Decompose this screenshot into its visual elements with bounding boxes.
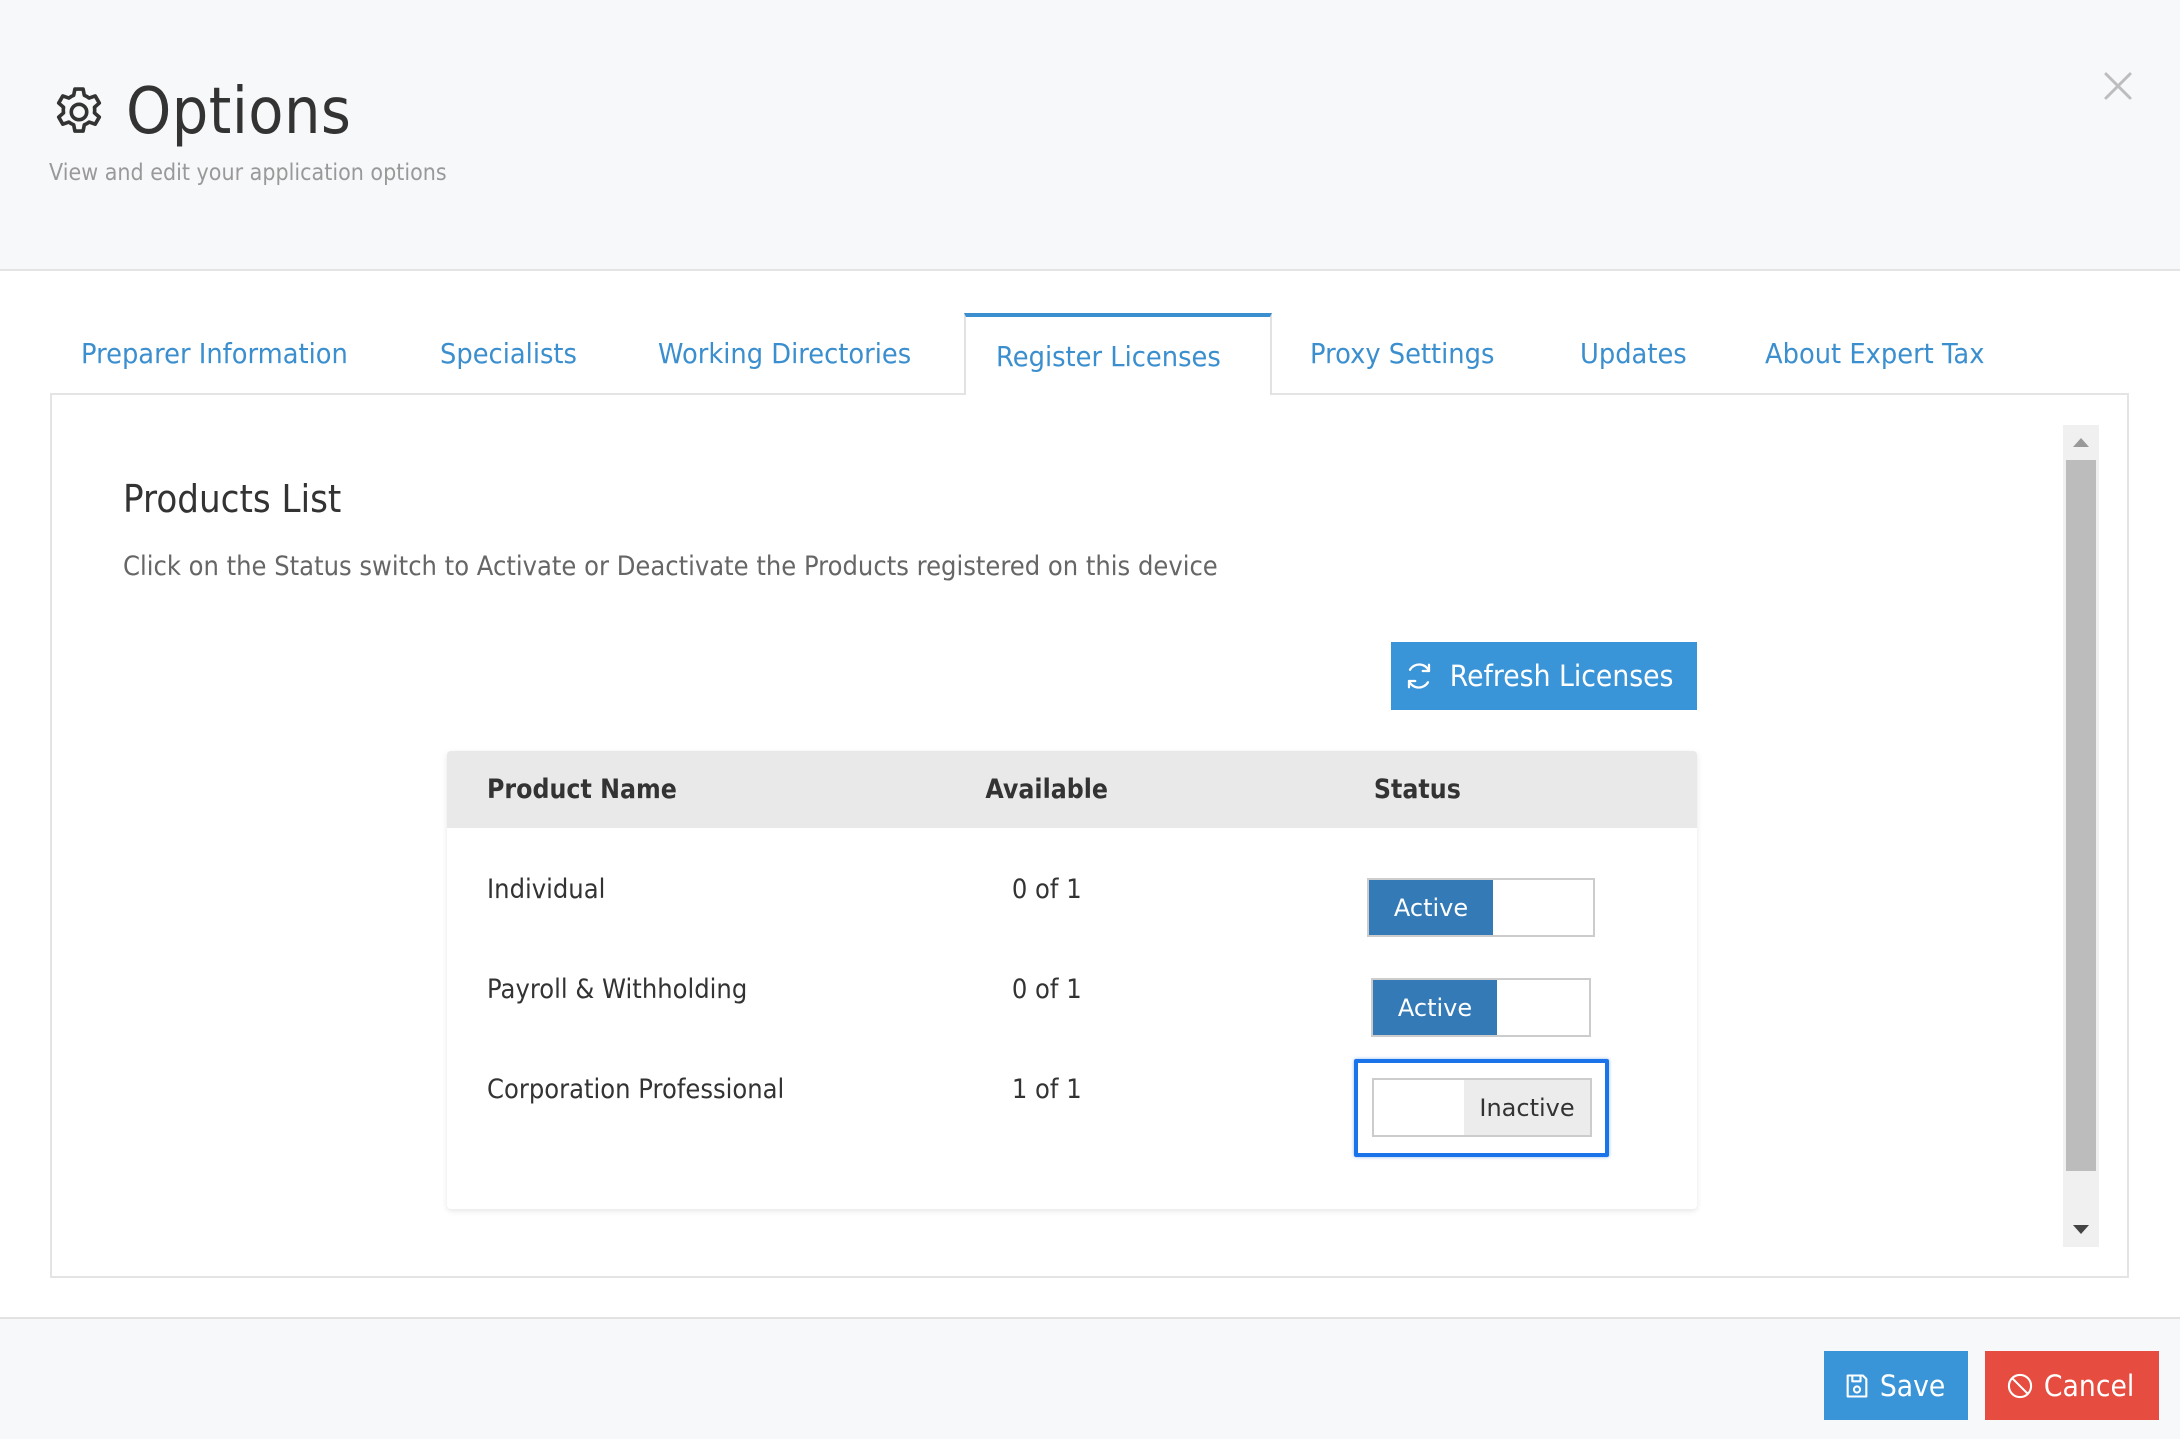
refresh-licenses-button[interactable]: Refresh Licenses xyxy=(1391,642,1697,710)
tab-preparer-information[interactable]: Preparer Information xyxy=(50,313,371,393)
status-switch-individual[interactable]: Active xyxy=(1367,878,1595,937)
scroll-up-arrow-icon[interactable] xyxy=(2063,425,2099,458)
tab-label: Specialists xyxy=(440,336,577,370)
save-icon xyxy=(1847,1373,1868,1398)
product-available: 0 of 1 xyxy=(1012,974,1082,1005)
tab-label: Proxy Settings xyxy=(1310,336,1495,370)
switch-inactive-label: Inactive xyxy=(1464,1080,1590,1135)
save-label: Save xyxy=(1880,1368,1946,1403)
tab-working-directories[interactable]: Working Directories xyxy=(627,313,933,393)
tab-panel: Products List Click on the Status switch… xyxy=(50,393,2129,1278)
table-header: Product Name Available Status xyxy=(447,751,1697,828)
products-table: Product Name Available Status Individual… xyxy=(447,751,1697,1209)
product-available: 1 of 1 xyxy=(1012,1074,1082,1105)
page-title: Options xyxy=(126,75,352,149)
refresh-licenses-label: Refresh Licenses xyxy=(1450,659,1674,693)
switch-active-label: Active xyxy=(1373,980,1497,1035)
switch-handle xyxy=(1497,980,1589,1035)
product-available: 0 of 1 xyxy=(1012,874,1082,905)
close-icon[interactable] xyxy=(2100,68,2136,104)
product-name: Payroll & Withholding xyxy=(487,974,748,1005)
save-button[interactable]: Save xyxy=(1824,1351,1968,1420)
status-switch-corporation-professional[interactable]: Inactive xyxy=(1372,1078,1592,1137)
switch-handle xyxy=(1493,880,1593,935)
column-header-available: Available xyxy=(985,774,1109,805)
tab-updates[interactable]: Updates xyxy=(1549,313,1696,393)
cancel-label: Cancel xyxy=(2043,1368,2135,1403)
refresh-icon xyxy=(1408,663,1431,689)
tab-label: Updates xyxy=(1579,336,1687,370)
tab-about-expert-tax[interactable]: About Expert Tax xyxy=(1734,313,2004,393)
ban-icon xyxy=(2007,1373,2033,1398)
switch-handle xyxy=(1374,1080,1464,1135)
tab-label: Preparer Information xyxy=(81,336,348,370)
column-header-product-name: Product Name xyxy=(487,774,677,805)
page-subtitle: View and edit your application options xyxy=(49,160,447,186)
options-tabs: Preparer Information Specialists Working… xyxy=(50,313,2041,395)
status-switch-payroll-withholding[interactable]: Active xyxy=(1371,978,1591,1037)
section-title: Products List xyxy=(123,477,342,521)
dialog-header: Options View and edit your application o… xyxy=(0,0,2180,271)
column-header-status: Status xyxy=(1373,774,1461,805)
tab-proxy-settings[interactable]: Proxy Settings xyxy=(1279,313,1510,393)
tab-register-licenses[interactable]: Register Licenses xyxy=(964,313,1273,395)
title-row: Options xyxy=(50,72,376,152)
product-name: Corporation Professional xyxy=(487,1074,785,1105)
product-name: Individual xyxy=(487,874,606,905)
section-description: Click on the Status switch to Activate o… xyxy=(123,551,1218,582)
dialog-footer: Save Cancel xyxy=(0,1317,2180,1439)
tab-specialists[interactable]: Specialists xyxy=(409,313,589,393)
switch-active-label: Active xyxy=(1369,880,1493,935)
cancel-button[interactable]: Cancel xyxy=(1985,1351,2159,1420)
scroll-down-arrow-icon[interactable] xyxy=(2063,1214,2099,1247)
scroll-thumb[interactable] xyxy=(2066,460,2096,1171)
gear-icon xyxy=(56,87,102,133)
tab-label: Working Directories xyxy=(657,336,912,370)
vertical-scrollbar[interactable] xyxy=(2063,425,2099,1247)
tab-label: Register Licenses xyxy=(996,339,1221,373)
tab-label: About Expert Tax xyxy=(1764,336,1985,370)
